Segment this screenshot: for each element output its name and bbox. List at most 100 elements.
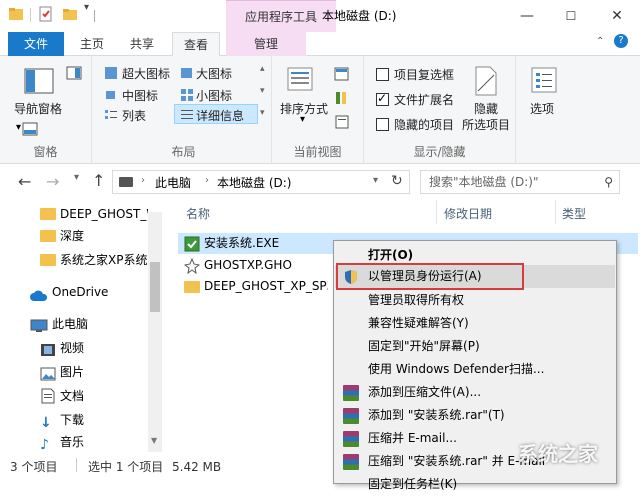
search-input[interactable]: 搜索"本地磁盘 (D:)" ⚲	[420, 170, 620, 194]
nav-item-deep-ghost[interactable]: DEEP_GHOST_W	[0, 202, 148, 226]
nav-item-label: 文档	[60, 389, 85, 403]
menu-item-pin-start[interactable]: 固定到"开始"屏幕(P)	[335, 335, 615, 358]
panes-group-label: 窗格	[33, 145, 58, 159]
column-divider	[436, 200, 437, 224]
toolbar-divider	[30, 8, 31, 22]
menu-item-take-ownership[interactable]: 管理员取得所有权	[335, 289, 615, 312]
file-row[interactable]: DEEP_GHOST_XP_SP3	[178, 276, 328, 297]
new-folder-icon[interactable]	[62, 6, 78, 22]
nav-pane-scrollbar[interactable]	[148, 212, 162, 452]
winrar-icon	[343, 431, 359, 447]
status-divider	[76, 458, 77, 472]
status-selected-count: 选中 1 个项目	[88, 460, 164, 474]
file-row[interactable]: GHOSTXP.GHO	[178, 255, 328, 276]
item-checkboxes-label: 项目复选框	[394, 68, 455, 82]
breadcrumb-this-pc[interactable]: 此电脑	[155, 174, 191, 191]
hidden-items-label: 隐藏的项目	[394, 118, 455, 132]
nav-item-label: DEEP_GHOST_W	[60, 207, 148, 221]
column-header-date[interactable]: 修改日期	[444, 205, 492, 222]
column-header-type[interactable]: 类型	[562, 205, 586, 222]
forward-arrow-icon[interactable]: →	[46, 172, 59, 191]
small-icons-icon	[180, 88, 194, 105]
maximize-button[interactable]: ☐	[548, 0, 594, 32]
menu-item-add-to-rar[interactable]: 添加到 "安装系统.rar"(T)	[335, 404, 615, 427]
details-icon	[180, 108, 194, 125]
layout-extra-large[interactable]: 超大图标	[122, 65, 170, 82]
nav-item-label: 视频	[60, 341, 85, 355]
back-arrow-icon[interactable]: ←	[18, 172, 31, 191]
nav-pane-button[interactable]: 导航窗格	[14, 100, 62, 117]
item-checkboxes-checkbox[interactable]	[376, 68, 389, 81]
layout-expand-icon[interactable]: ▾	[260, 108, 265, 118]
tab-manage[interactable]: 管理	[226, 32, 306, 56]
layout-list[interactable]: 列表	[122, 107, 146, 124]
search-placeholder: 搜索"本地磁盘 (D:)"	[429, 175, 539, 189]
size-columns-icon[interactable]	[334, 114, 354, 133]
help-icon[interactable]: ?	[614, 34, 628, 48]
panes-group: 导航窗格 ▾ 窗格	[0, 56, 92, 164]
up-arrow-icon[interactable]: ↑	[92, 171, 105, 190]
tab-file[interactable]: 文件	[8, 32, 64, 56]
tab-view[interactable]: 查看	[172, 32, 220, 57]
documents-icon	[40, 388, 56, 412]
options-group: 选项	[516, 56, 572, 164]
ribbon: 导航窗格 ▾ 窗格 超大图标 大图标 中图标 小图标 列表 详细信息 ▴ ▾ ▾…	[0, 56, 640, 164]
app-tools-contextual-tab: 应用程序工具	[226, 0, 336, 32]
breadcrumb-local-disk[interactable]: 本地磁盘 (D:)	[217, 174, 291, 191]
recent-locations-icon[interactable]: ▾	[74, 172, 79, 183]
column-header-name[interactable]: 名称	[186, 205, 210, 222]
file-extensions-checkbox[interactable]	[376, 91, 389, 106]
tab-home[interactable]: 主页	[72, 32, 112, 56]
nav-item-label: OneDrive	[52, 285, 109, 299]
scroll-down-icon[interactable]: ▼	[151, 436, 157, 445]
hide-selected-button[interactable]: 隐藏	[474, 100, 498, 117]
menu-item-defender-scan[interactable]: 使用 Windows Defender扫描...	[335, 358, 615, 381]
window-title: 本地磁盘 (D:)	[322, 9, 397, 23]
nav-item-label: 音乐	[60, 435, 85, 449]
folder-icon	[184, 281, 200, 293]
add-columns-icon[interactable]	[334, 90, 354, 109]
refresh-icon[interactable]: ↻	[391, 173, 403, 189]
computer-icon	[30, 317, 48, 341]
options-button[interactable]: 选项	[530, 100, 554, 117]
menu-item-troubleshoot-compat[interactable]: 兼容性疑难解答(Y)	[335, 312, 615, 335]
hide-selected-icon	[474, 66, 498, 99]
layout-small[interactable]: 小图标	[196, 87, 232, 104]
layout-group-label: 布局	[171, 145, 196, 159]
medium-icons-icon	[104, 88, 118, 105]
group-by-icon[interactable]	[334, 66, 354, 85]
current-view-group-label: 当前视图	[293, 145, 342, 159]
preview-pane-icon[interactable]	[66, 66, 82, 83]
address-dropdown-icon[interactable]: ▾	[373, 175, 378, 186]
quick-access-dropdown-icon[interactable]: ▾	[84, 2, 89, 13]
details-pane-icon[interactable]	[22, 122, 38, 139]
layout-scroll-up-icon[interactable]: ▴	[260, 64, 265, 74]
properties-icon[interactable]	[38, 6, 54, 22]
status-item-count: 3 个项目	[10, 460, 58, 474]
layout-medium[interactable]: 中图标	[122, 87, 158, 104]
folder-icon	[40, 254, 56, 266]
nav-item-label: 深度	[60, 229, 85, 243]
explorer-icon[interactable]	[8, 6, 24, 22]
address-bar[interactable]: › 此电脑 › 本地磁盘 (D:) ▾ ↻	[112, 170, 410, 194]
tab-share[interactable]: 共享	[122, 32, 162, 56]
collapse-ribbon-icon[interactable]: ⌃	[596, 36, 604, 47]
nav-pane-scroll-thumb[interactable]	[150, 262, 160, 312]
close-button[interactable]: ✕	[594, 0, 640, 32]
search-icon[interactable]: ⚲	[604, 171, 613, 193]
layout-details[interactable]: 详细信息	[196, 107, 244, 124]
file-name: 安装系统.EXE	[204, 236, 280, 250]
menu-item-add-archive[interactable]: 添加到压缩文件(A)...	[335, 381, 615, 404]
minimize-button[interactable]: —	[504, 0, 550, 32]
file-name: GHOSTXP.GHO	[204, 258, 292, 272]
folder-icon	[40, 230, 56, 242]
hidden-items-checkbox[interactable]	[376, 118, 389, 131]
nav-pane-icon	[24, 68, 54, 97]
cloud-icon	[30, 286, 48, 310]
sort-by-icon	[286, 66, 314, 97]
menu-item-label: 压缩并 E-mail...	[368, 431, 457, 445]
layout-scroll-down-icon[interactable]: ▾	[260, 86, 265, 96]
hide-selected-button-line2[interactable]: 所选项目	[462, 116, 510, 133]
nav-item-xp-system[interactable]: 系统之家XP系统	[0, 248, 148, 272]
layout-large[interactable]: 大图标	[196, 65, 232, 82]
